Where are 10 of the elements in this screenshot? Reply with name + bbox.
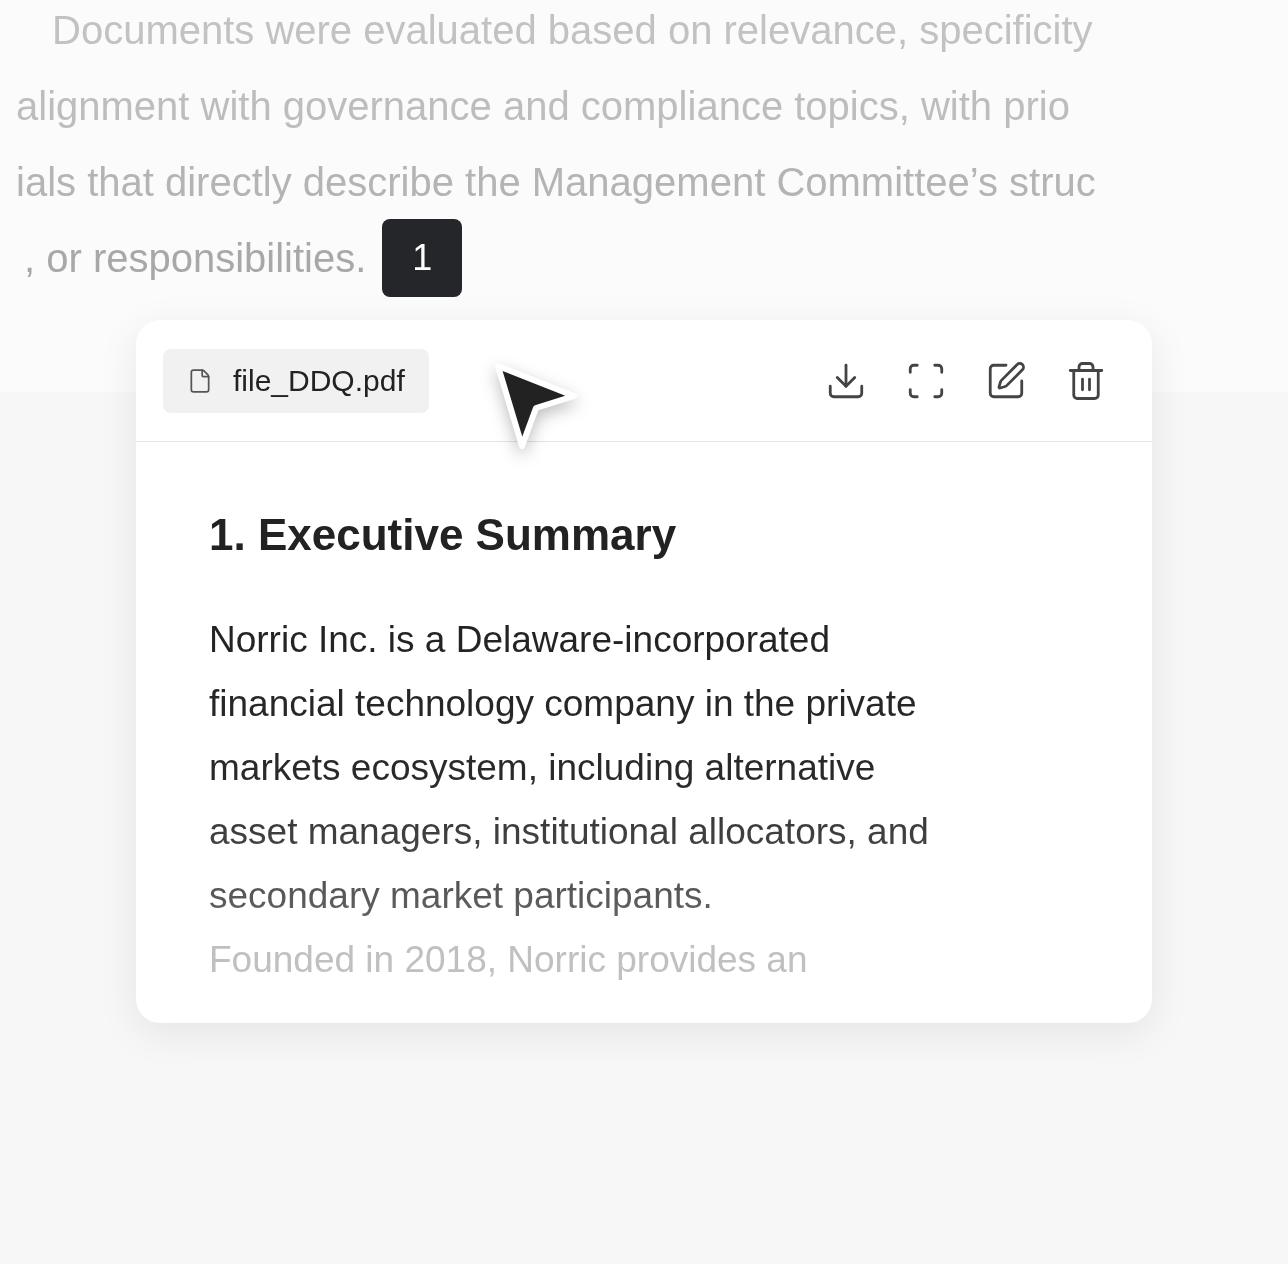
citation-badge[interactable]: 1 [382, 219, 463, 297]
background-text-line: alignment with governance and compliance topics, with prio [16, 83, 1070, 130]
body-paragraph: Founded in 2018, Norric provides an [209, 938, 809, 982]
file-name: file_DDQ.pdf [233, 363, 405, 399]
background-text-line: Documents were evaluated based on relevance, specificity [52, 7, 1093, 54]
background-text-line: , or responsibilities. [24, 235, 367, 282]
background-text-line: ials that directly describe the Management Committee’s struc [16, 159, 1096, 206]
section-heading: 1. Executive Summary [209, 509, 678, 561]
file-icon [187, 367, 213, 394]
file-chip[interactable]: file_DDQ.pdf [163, 348, 429, 413]
